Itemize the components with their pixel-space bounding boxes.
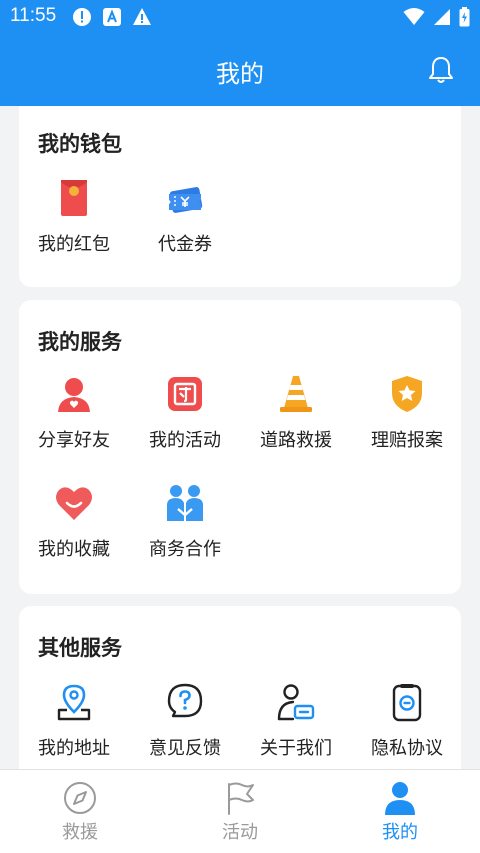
tab-mine[interactable]: 我的 <box>360 780 440 844</box>
other-item-address[interactable]: 我的地址 <box>19 682 129 760</box>
app-bar: 我的 <box>0 34 480 106</box>
person-card-icon <box>277 684 315 721</box>
tab-label: 活动 <box>222 822 258 843</box>
other-services-title: 其他服务 <box>38 636 122 660</box>
wallet-title: 我的钱包 <box>38 132 122 156</box>
signal-icon <box>434 9 450 25</box>
tab-label: 我的 <box>382 822 418 843</box>
location-pin-icon <box>57 684 91 721</box>
wallet-item-label: 我的红包 <box>38 234 110 255</box>
service-item-favorites[interactable]: 我的收藏 <box>19 483 129 561</box>
services-card: 我的服务 分享好友 我的活动 道路救援 理赔报案 我的收藏 商务合作 <box>19 300 461 594</box>
other-services-card: 其他服务 我的地址 意见反馈 关于我们 隐私协议 <box>19 606 461 769</box>
status-bar: 11:55 <box>0 0 480 34</box>
wallet-item-label: 代金券 <box>158 234 212 255</box>
service-item-label: 分享好友 <box>38 430 110 451</box>
service-item-claims[interactable]: 理赔报案 <box>352 374 462 452</box>
other-item-label: 关于我们 <box>260 738 332 759</box>
person-icon <box>385 782 415 815</box>
heart-icon <box>56 487 92 520</box>
voucher-icon <box>169 187 203 213</box>
battery-icon <box>459 7 470 27</box>
service-item-label: 我的活动 <box>149 430 221 451</box>
traffic-cone-icon <box>280 376 312 412</box>
other-item-label: 隐私协议 <box>371 738 443 759</box>
service-item-label: 商务合作 <box>149 539 221 560</box>
privacy-document-icon <box>392 684 422 722</box>
service-item-activity[interactable]: 我的活动 <box>130 374 240 452</box>
font-a-icon <box>103 8 121 26</box>
bell-icon[interactable] <box>428 56 454 84</box>
service-item-label: 道路救援 <box>260 430 332 451</box>
service-item-road-rescue[interactable]: 道路救援 <box>241 374 351 452</box>
service-item-label: 理赔报案 <box>371 430 443 451</box>
flag-icon <box>228 782 254 815</box>
tab-rescue[interactable]: 救援 <box>40 780 120 844</box>
activity-icon <box>168 377 202 411</box>
service-item-label: 我的收藏 <box>38 539 110 560</box>
other-item-privacy[interactable]: 隐私协议 <box>352 682 462 760</box>
wallet-item-voucher[interactable]: 代金券 <box>130 178 240 256</box>
status-time: 11:55 <box>10 5 57 26</box>
wallet-card: 我的钱包 我的红包 代金券 <box>19 106 461 287</box>
services-title: 我的服务 <box>38 330 122 354</box>
tab-label: 救援 <box>62 822 98 843</box>
page-title: 我的 <box>216 60 264 88</box>
question-bubble-icon <box>167 683 203 718</box>
compass-icon <box>64 782 96 814</box>
other-item-about[interactable]: 关于我们 <box>241 682 351 760</box>
service-item-business[interactable]: 商务合作 <box>130 483 240 561</box>
shield-star-icon <box>392 376 422 412</box>
partners-icon <box>167 485 203 521</box>
other-item-label: 意见反馈 <box>149 738 221 759</box>
content-area[interactable]: 我的钱包 我的红包 代金券 我的服务 分享好友 我的活动 道路救援 理赔报案 我… <box>0 106 480 769</box>
wallet-item-red-envelope[interactable]: 我的红包 <box>19 178 129 256</box>
wifi-icon <box>403 8 425 25</box>
tab-activity[interactable]: 活动 <box>200 780 280 844</box>
red-envelope-icon <box>61 180 87 216</box>
other-item-label: 我的地址 <box>38 738 110 759</box>
service-item-share[interactable]: 分享好友 <box>19 374 129 452</box>
bottom-tab-bar: 救援 活动 我的 <box>0 769 480 853</box>
other-item-feedback[interactable]: 意见反馈 <box>130 682 240 760</box>
alert-circle-icon <box>73 8 91 26</box>
warning-triangle-icon <box>133 8 151 25</box>
share-friend-icon <box>58 378 90 412</box>
